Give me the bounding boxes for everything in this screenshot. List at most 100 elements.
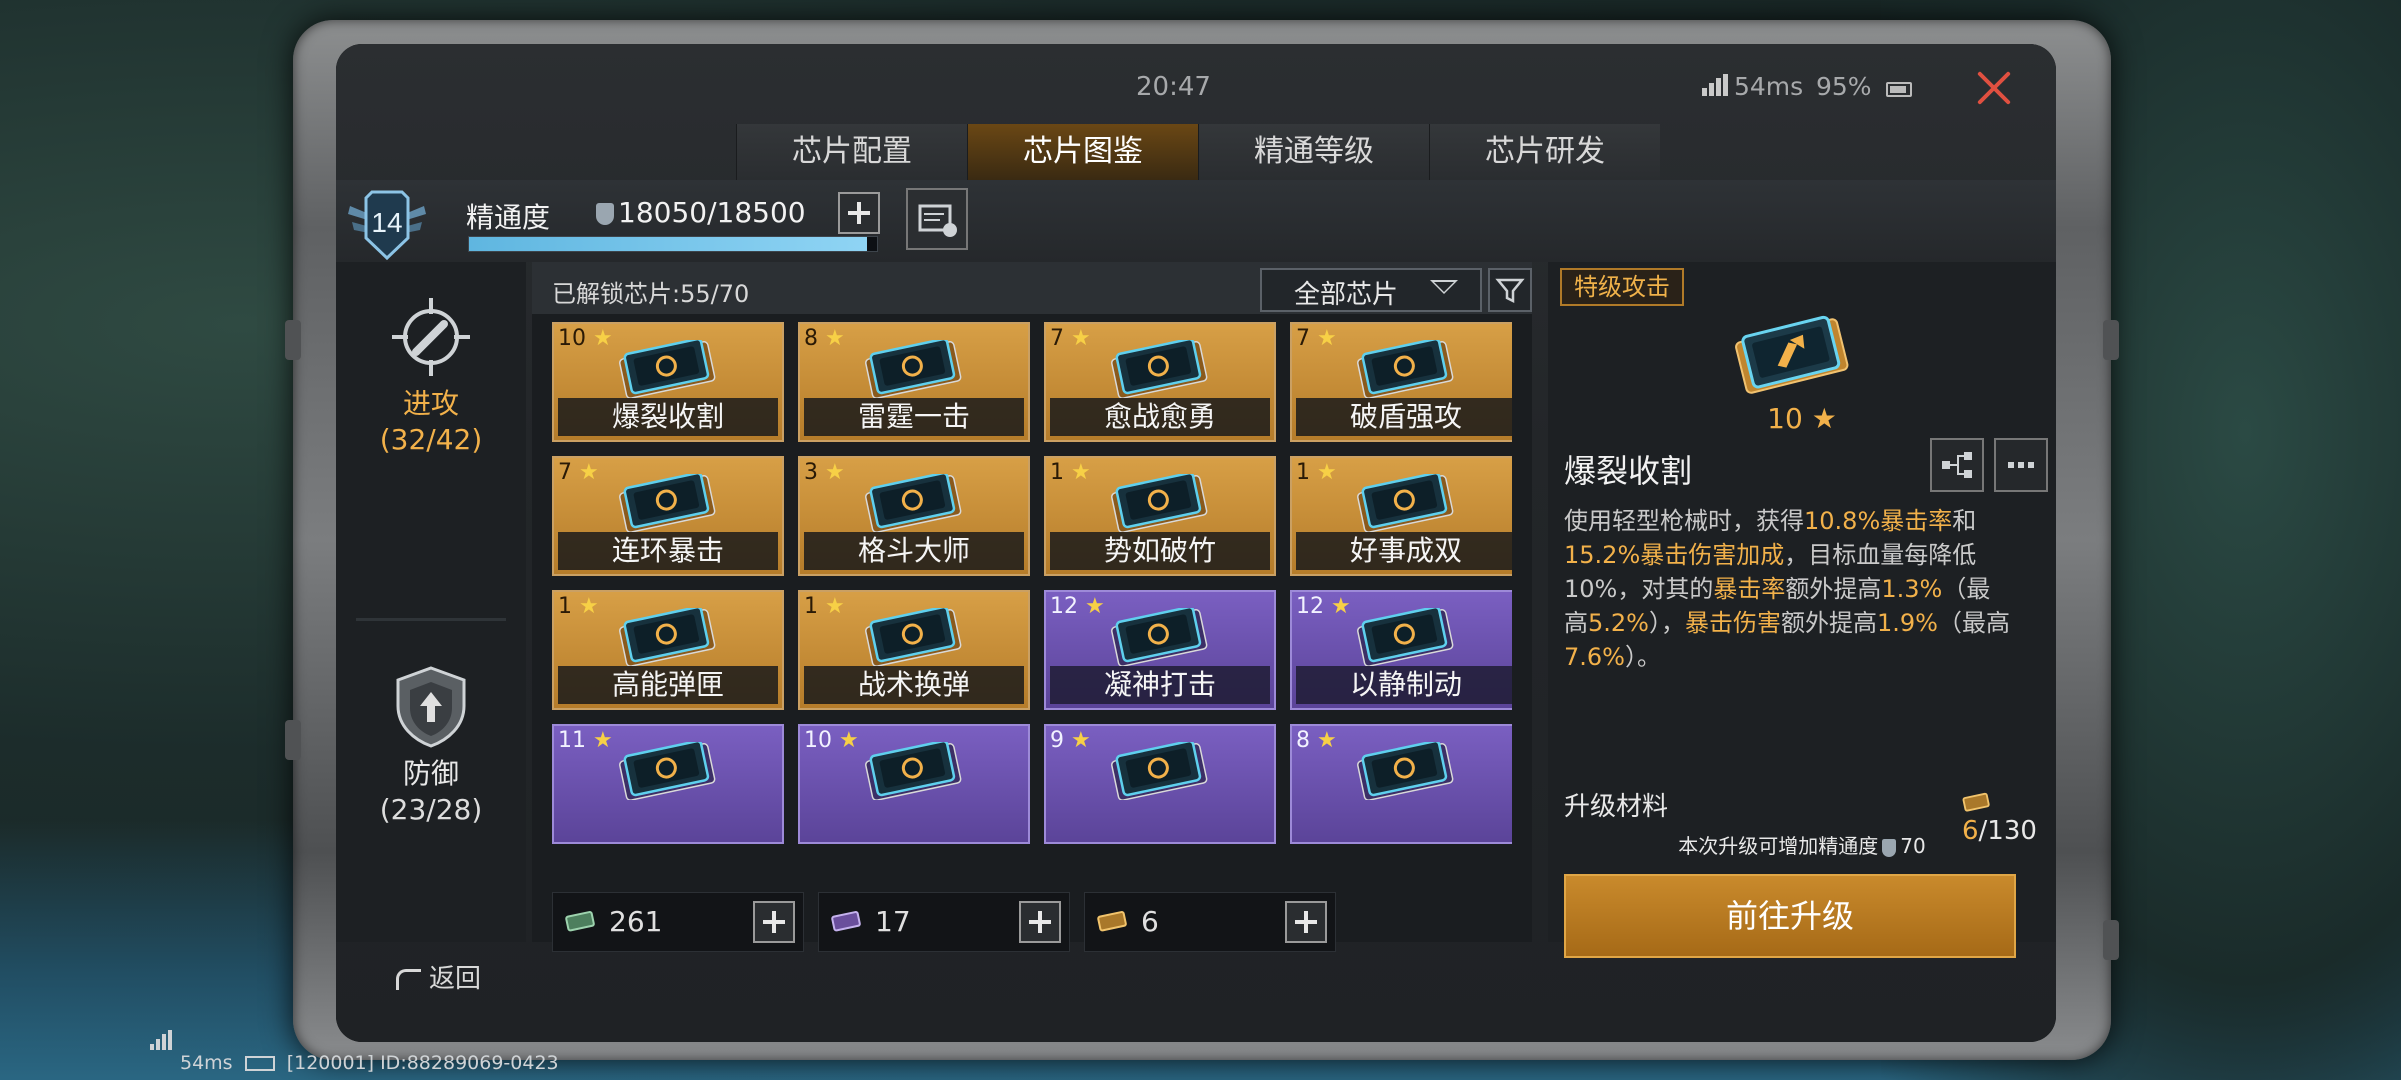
- chip-card-name: 雷霆一击: [804, 398, 1024, 436]
- star-icon: ★: [1064, 460, 1091, 485]
- chip-card-name: 高能弹匣: [558, 666, 778, 704]
- desc-text: 额外提高: [1780, 609, 1877, 637]
- chip-star-number: 7: [1296, 326, 1310, 351]
- chip-card-name: 格斗大师: [804, 532, 1024, 570]
- star-icon: ★: [832, 728, 859, 753]
- mastery-shield-icon: [596, 203, 614, 225]
- back-button[interactable]: 返回: [396, 958, 481, 995]
- upgrade-note-value: 70: [1900, 834, 1926, 858]
- frame-clip: [285, 320, 301, 360]
- chip-star-number: 10: [804, 728, 832, 753]
- more-options-button[interactable]: [1994, 438, 2048, 492]
- sidebar-item-attack[interactable]: 进攻 (32/42): [336, 292, 526, 458]
- chip-star-number: 12: [1050, 594, 1078, 619]
- chip-icon: [865, 474, 962, 532]
- chip-card[interactable]: 12 ★ 以静制动: [1290, 590, 1512, 710]
- chip-card-name: 爆裂收割: [558, 398, 778, 436]
- chip-tree-button[interactable]: [1930, 438, 1984, 492]
- mastery-progress-bar: [468, 236, 878, 252]
- chip-card[interactable]: 1 ★ 高能弹匣: [552, 590, 784, 710]
- sidebar-item-label: 进攻: [402, 387, 459, 420]
- close-icon[interactable]: [1972, 66, 2016, 110]
- tab-mastery-level[interactable]: 精通等级: [1198, 124, 1429, 180]
- frame-clip: [2103, 320, 2119, 360]
- document-icon: [918, 204, 957, 237]
- chip-filter-dropdown[interactable]: 全部芯片: [1260, 268, 1482, 312]
- filter-button[interactable]: [1488, 268, 1532, 312]
- footer-build-id: [120001] ID:88289069-0423: [286, 1052, 559, 1074]
- chip-card[interactable]: 7 ★ 愈战愈勇: [1044, 322, 1276, 442]
- funnel-icon: [1495, 278, 1525, 304]
- chip-icon: [865, 742, 962, 800]
- upgrade-materials-label: 升级材料: [1564, 792, 1669, 822]
- star-icon: ★: [1310, 326, 1337, 351]
- resource-value: 261: [609, 905, 663, 938]
- chip-star-level: 7 ★: [1050, 326, 1091, 351]
- chip-card[interactable]: 8 ★ 雷霆一击: [798, 322, 1030, 442]
- desc-highlight: 1.9%: [1876, 609, 1938, 637]
- add-resource-button[interactable]: [1285, 901, 1327, 943]
- chip-star-level: 1 ★: [1296, 460, 1337, 485]
- chip-card[interactable]: 7 ★ 破盾强攻: [1290, 322, 1512, 442]
- chip-name: 爆裂收割: [1564, 452, 1693, 490]
- chip-card[interactable]: 10 ★: [798, 724, 1030, 844]
- shield-icon: [396, 666, 466, 748]
- add-resource-button[interactable]: [1019, 901, 1061, 943]
- chip-icon: [1111, 742, 1208, 800]
- sidebar-item-count: (32/42): [379, 423, 483, 456]
- gold-chip-icon: [1097, 911, 1127, 932]
- chip-card[interactable]: 11 ★: [552, 724, 784, 844]
- chip-card[interactable]: 1 ★ 战术换弹: [798, 590, 1030, 710]
- chip-card[interactable]: 7 ★ 连环暴击: [552, 456, 784, 576]
- upgrade-note: 本次升级可增加精通度 70: [1548, 830, 2056, 859]
- desc-highlight: 15.2%暴击伤害加成: [1564, 541, 1785, 569]
- chip-star-number: 7: [1050, 326, 1064, 351]
- resource-purple: 17: [818, 892, 1070, 952]
- sidebar-item-defense[interactable]: 防御 (23/28): [336, 662, 526, 828]
- chip-card[interactable]: 9 ★: [1044, 724, 1276, 844]
- resource-value: 6: [1141, 905, 1159, 938]
- chip-star-number: 11: [558, 728, 586, 753]
- chip-icon: [619, 474, 716, 532]
- desc-text: ），: [1648, 609, 1685, 637]
- chip-card[interactable]: 3 ★ 格斗大师: [798, 456, 1030, 576]
- chip-card[interactable]: 8 ★: [1290, 724, 1512, 844]
- chip-card[interactable]: 1 ★ 势如破竹: [1044, 456, 1276, 576]
- chip-card[interactable]: 1 ★ 好事成双: [1290, 456, 1512, 576]
- star-icon: ★: [572, 594, 599, 619]
- tab-chip-catalog[interactable]: 芯片图鉴: [967, 124, 1198, 183]
- chip-description: 使用轻型枪械时，获得10.8%暴击率和15.2%暴击伤害加成，目标血量每降低10…: [1564, 504, 2014, 674]
- info-doc-button[interactable]: [906, 188, 968, 250]
- desc-text: 额外提高: [1785, 575, 1882, 603]
- battery-percent: 95%: [1816, 72, 1872, 101]
- grid-toolbar: 已解锁芯片:55/70 全部芯片: [532, 262, 1532, 314]
- star-icon: ★: [1064, 326, 1091, 351]
- add-mastery-button[interactable]: [838, 192, 880, 234]
- add-resource-button[interactable]: [753, 901, 795, 943]
- chip-card-grid: 10 ★ 爆裂收割 8 ★ 雷霆一击 7 ★ 愈战愈勇 7 ★ 破盾强攻 7 ★ 连环暴击 3 ★ 格…: [552, 322, 1512, 877]
- chip-star-level: 10 ★: [804, 728, 859, 753]
- chip-card[interactable]: 12 ★ 凝神打击: [1044, 590, 1276, 710]
- chip-icon: [619, 340, 716, 398]
- star-icon: ★: [586, 728, 613, 753]
- mastery-value: 18050/18500: [592, 196, 806, 229]
- go-upgrade-button[interactable]: 前往升级: [1564, 874, 2016, 958]
- chip-star-number: 9: [1050, 728, 1064, 753]
- more-icon: [2008, 462, 2034, 468]
- desc-text: 和: [1952, 507, 1977, 535]
- chip-icon: [1111, 474, 1208, 532]
- chip-star-number: 1: [804, 594, 818, 619]
- star-icon: ★: [1064, 728, 1091, 753]
- desc-highlight: 7.6%: [1564, 643, 1625, 671]
- tab-chip-config[interactable]: 芯片配置: [736, 124, 967, 180]
- star-icon: ★: [1310, 728, 1337, 753]
- footer-info: 54ms [120001] ID:88289069-0423: [180, 1052, 559, 1074]
- chip-star-level: 1 ★: [1050, 460, 1091, 485]
- chip-card[interactable]: 10 ★ 爆裂收割: [552, 322, 784, 442]
- tab-chip-research[interactable]: 芯片研发: [1429, 124, 1660, 180]
- desc-highlight: 10.8%暴击率: [1804, 507, 1953, 535]
- chip-star-level: 1 ★: [804, 594, 845, 619]
- chip-star-number: 12: [1296, 594, 1324, 619]
- chip-card-name: 愈战愈勇: [1050, 398, 1270, 436]
- resource-value: 17: [875, 905, 911, 938]
